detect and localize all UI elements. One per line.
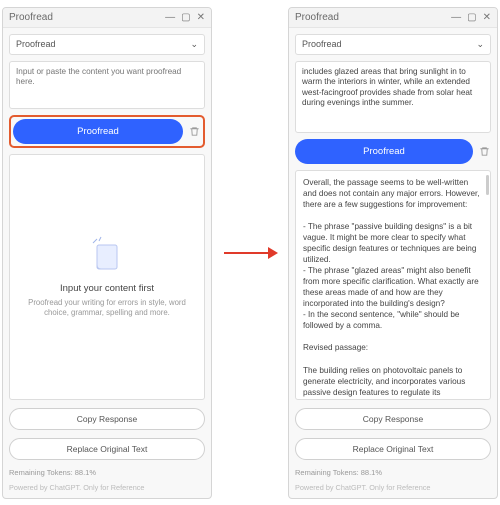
titlebar: Proofread — ▢ ✕ bbox=[289, 8, 497, 28]
maximize-icon[interactable]: ▢ bbox=[181, 12, 190, 23]
highlight-frame: Proofread bbox=[9, 115, 205, 148]
output-area: Input your content first Proofread your … bbox=[9, 154, 205, 400]
output-text: Overall, the passage seems to be well-wr… bbox=[296, 171, 490, 399]
trash-icon[interactable] bbox=[187, 126, 201, 137]
dropdown-label: Proofread bbox=[16, 39, 56, 49]
copy-response-button[interactable]: Copy Response bbox=[295, 408, 491, 430]
replace-original-button[interactable]: Replace Original Text bbox=[295, 438, 491, 460]
proofread-button[interactable]: Proofread bbox=[295, 139, 473, 164]
chevron-down-icon: ⌄ bbox=[476, 39, 484, 50]
output-area: Overall, the passage seems to be well-wr… bbox=[295, 170, 491, 400]
proofread-window-right: Proofread — ▢ ✕ Proofread ⌄ includes gla… bbox=[288, 7, 498, 499]
close-icon[interactable]: ✕ bbox=[483, 12, 491, 23]
window-title: Proofread bbox=[295, 12, 339, 23]
remaining-tokens: Remaining Tokens: 88.1% bbox=[295, 468, 491, 477]
content-input[interactable] bbox=[9, 61, 205, 109]
close-icon[interactable]: ✕ bbox=[197, 12, 205, 23]
window-title: Proofread bbox=[9, 12, 53, 23]
mode-dropdown[interactable]: Proofread ⌄ bbox=[9, 34, 205, 55]
scrollbar[interactable] bbox=[486, 175, 489, 195]
empty-state-icon bbox=[89, 235, 125, 275]
titlebar: Proofread — ▢ ✕ bbox=[3, 8, 211, 28]
window-controls: — ▢ ✕ bbox=[451, 12, 491, 23]
arrow-icon bbox=[220, 243, 280, 263]
minimize-icon[interactable]: — bbox=[165, 12, 175, 23]
proofread-button[interactable]: Proofread bbox=[13, 119, 183, 144]
remaining-tokens: Remaining Tokens: 88.1% bbox=[9, 468, 205, 477]
window-controls: — ▢ ✕ bbox=[165, 12, 205, 23]
maximize-icon[interactable]: ▢ bbox=[467, 12, 476, 23]
dropdown-label: Proofread bbox=[302, 39, 342, 49]
replace-original-button[interactable]: Replace Original Text bbox=[9, 438, 205, 460]
powered-by: Powered by ChatGPT. Only for Reference bbox=[9, 483, 205, 492]
empty-subtitle: Proofread your writing for errors in sty… bbox=[22, 298, 192, 318]
content-input[interactable]: includes glazed areas that bring sunligh… bbox=[295, 61, 491, 133]
powered-by: Powered by ChatGPT. Only for Reference bbox=[295, 483, 491, 492]
proofread-window-left: Proofread — ▢ ✕ Proofread ⌄ Proofread bbox=[2, 7, 212, 499]
minimize-icon[interactable]: — bbox=[451, 12, 461, 23]
copy-response-button[interactable]: Copy Response bbox=[9, 408, 205, 430]
empty-title: Input your content first bbox=[60, 283, 154, 294]
chevron-down-icon: ⌄ bbox=[190, 39, 198, 50]
mode-dropdown[interactable]: Proofread ⌄ bbox=[295, 34, 491, 55]
trash-icon[interactable] bbox=[477, 146, 491, 157]
